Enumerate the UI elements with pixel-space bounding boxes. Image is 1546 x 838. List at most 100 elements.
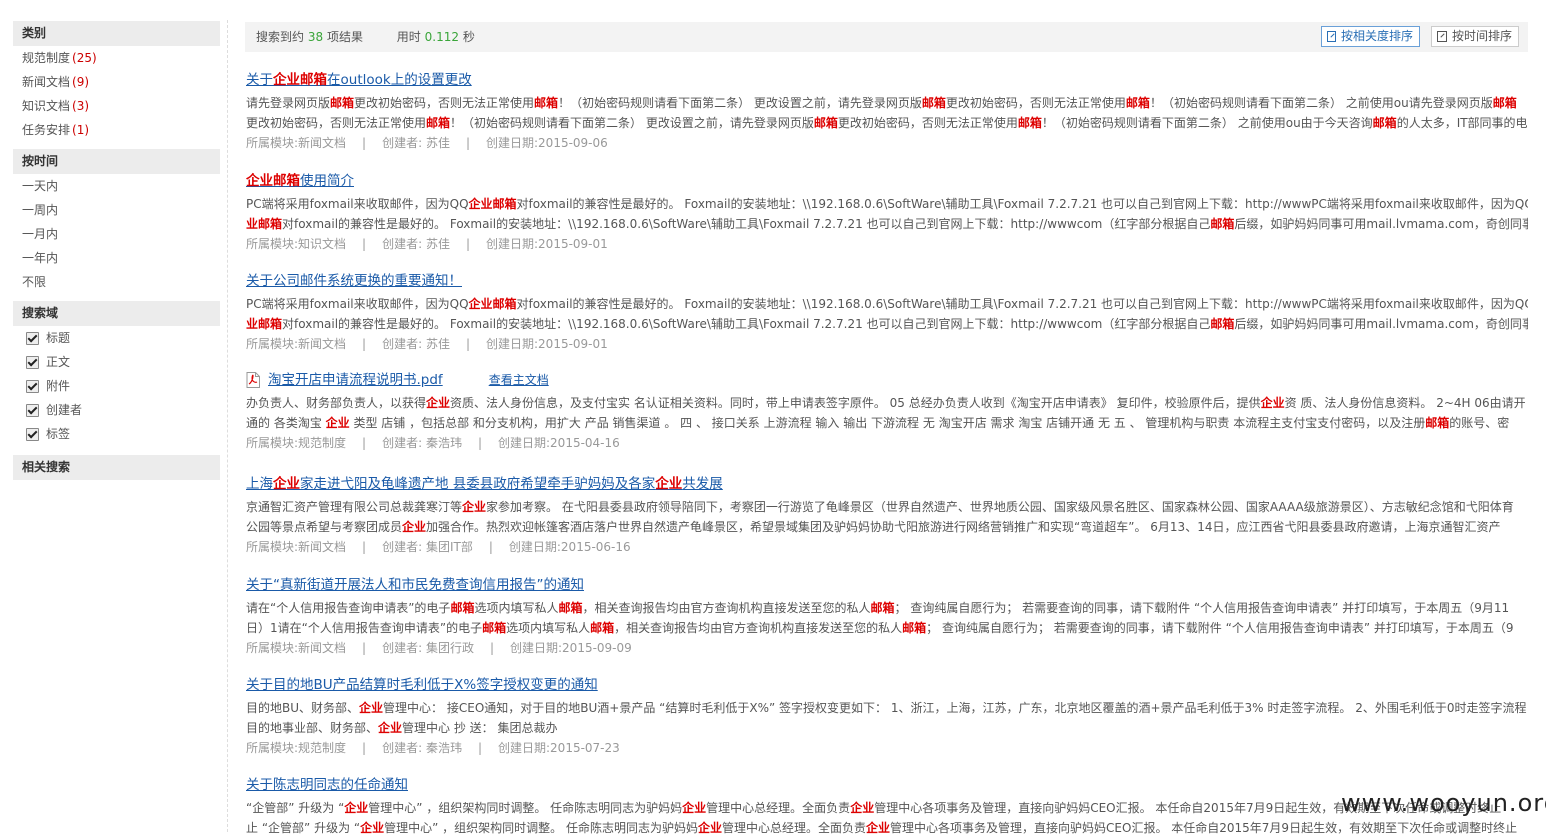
snippet-line: 京通智汇资产管理有限公司总裁龚寒汀等企业家参加考察。 在弋阳县委县政府领导陪同下…: [246, 497, 1528, 517]
external-link-icon: [1327, 31, 1336, 42]
keyword-highlight: 邮箱: [1210, 217, 1235, 231]
search-result: 关于“真新街道开展法人和市民免费查询信用报告”的通知请在“个人信用报告查询申请表…: [246, 575, 1528, 658]
snippet-line: PC端将采用foxmail来收取邮件，因为QQ企业邮箱对foxmail的兼容性是…: [246, 194, 1528, 214]
text-segment: 家参加考察。 在弋阳县委县政府领导陪同下，考察团一行游览了龟峰景区（世界自然遗产…: [486, 500, 1514, 514]
sort-by-time-button[interactable]: 按时间排序: [1431, 26, 1519, 47]
checkbox-checked[interactable]: [26, 427, 39, 441]
summary-suffix: 项结果: [326, 30, 363, 44]
text-segment: 日）1请在“个人信用报告查询申请表”的电子: [246, 621, 483, 635]
result-count: 38: [307, 30, 324, 44]
text-segment: 共发展: [682, 476, 723, 492]
text-segment: 关于公司邮件系统更换的重要通知！: [246, 273, 462, 289]
keyword-highlight: 企业: [344, 801, 369, 815]
text-segment: 管理中心总经理。全面负责: [722, 821, 867, 835]
column-divider: [227, 20, 228, 832]
meta-module: 所属模块:知识文档: [246, 237, 347, 251]
checkbox-checked[interactable]: [26, 331, 39, 345]
sort-by-relevance-button[interactable]: 按相关度排序: [1321, 26, 1420, 47]
result-title-link[interactable]: 关于“真新街道开展法人和市民免费查询信用报告”的通知: [246, 575, 584, 595]
snippet-line: 公园等景点希望与考察团成员企业加强合作。热烈欢迎帐篷客酒店落户世界自然遗产龟峰景…: [246, 517, 1528, 537]
result-title-row: 淘宝开店申请流程说明书.pdf 查看主文档: [246, 370, 1528, 390]
keyword-highlight: 业邮箱: [246, 217, 283, 231]
meta-separator: |: [362, 337, 367, 351]
search-field-option[interactable]: 附件: [13, 374, 220, 398]
checkbox-checked[interactable]: [26, 379, 39, 393]
search-field-option[interactable]: 正文: [13, 350, 220, 374]
text-segment: ！（初始密码规则请看下面第二条） 更改设置之前，请先登录网页版: [558, 96, 922, 110]
meta-separator: |: [362, 436, 367, 450]
search-field-list: 标题 正文附件创建者标签: [13, 326, 220, 446]
time-filter-item[interactable]: 一周内: [13, 198, 220, 222]
text-segment: 更改初始密码，否则无法正常使用: [246, 116, 427, 130]
text-segment: 目的地BU、财务部、: [246, 701, 360, 715]
category-item[interactable]: 新闻文档 (9): [13, 70, 220, 94]
snippet-line: 目的地BU、财务部、企业管理中心： 接CEO通知，对于目的地BU酒+景产品 “结…: [246, 698, 1528, 718]
text-segment: 通的 各类淘宝: [246, 416, 326, 430]
view-main-document-link[interactable]: 查看主文档: [489, 370, 549, 390]
keyword-highlight: 企业: [462, 500, 487, 514]
result-title-link[interactable]: 淘宝开店申请流程说明书.pdf: [268, 370, 443, 390]
text-segment: 关于“真新街道开展法人和市民免费查询信用报告”的通知: [246, 577, 584, 593]
search-field-option[interactable]: 创建者: [13, 398, 220, 422]
keyword-highlight: 企业: [402, 520, 427, 534]
snippet-line: 目的地事业部、财务部、企业管理中心 抄 送： 集团总裁办: [246, 718, 1528, 738]
meta-separator: |: [362, 641, 367, 655]
meta-separator: |: [362, 540, 367, 554]
time-filter-item[interactable]: 不限: [13, 270, 220, 294]
result-title-link[interactable]: 关于目的地BU产品结算时毛利低于X%签字授权变更的通知: [246, 675, 598, 695]
keyword-highlight: 邮箱: [534, 96, 559, 110]
keyword-highlight: 企业: [850, 801, 875, 815]
category-count: (9): [72, 75, 90, 89]
category-heading: 类别: [13, 21, 220, 46]
text-segment: ； 查询纯属自愿行为； 若需要查询的同事，请下载附件 “个人信用报告查询申请表”…: [926, 621, 1514, 635]
result-title-link[interactable]: 上海企业家走进弋阳及龟峰遗产地 县委县政府希望牵手驴妈妈及各家企业共发展: [246, 474, 723, 494]
sort-time-label: 按时间排序: [1451, 29, 1512, 43]
text-segment: 关于目的地BU产品结算时毛利低于X%签字授权变更的通知: [246, 677, 598, 693]
checkbox-checked[interactable]: [26, 355, 39, 369]
time-filter-item[interactable]: 一月内: [13, 222, 220, 246]
time-filter-item[interactable]: 一天内: [13, 174, 220, 198]
result-snippet: “企管部” 升级为 “企业管理中心” ，组织架构同时调整。 任命陈志明同志为驴妈…: [246, 798, 1528, 838]
summary-prefix: 搜索到约: [256, 30, 305, 44]
text-segment: ！（初始密码规则请看下面第二条） 更改设置之前，请先登录网页版: [450, 116, 814, 130]
text-segment: 管理中心 抄 送： 集团总裁办: [402, 721, 558, 735]
search-field-option[interactable]: 标题: [13, 326, 220, 350]
result-meta: 所属模块:知识文档 | 创建者: 苏佳 | 创建日期:2015-09-01: [246, 234, 1528, 254]
meta-separator: |: [488, 540, 493, 554]
result-title-link[interactable]: 关于公司邮件系统更换的重要通知！: [246, 271, 462, 291]
text-segment: 管理中心” ，组织架构同时调整。 任命陈志明同志为驴妈妈: [368, 801, 683, 815]
meta-separator: |: [362, 237, 367, 251]
keyword-highlight: 企业邮箱: [246, 173, 300, 189]
external-link-icon: [1437, 31, 1447, 42]
search-field-option[interactable]: 标签: [13, 422, 220, 446]
category-label: 新闻文档: [22, 75, 71, 89]
keyword-highlight: 邮箱: [482, 621, 507, 635]
result-snippet: PC端将采用foxmail来收取邮件，因为QQ企业邮箱对foxmail的兼容性是…: [246, 194, 1528, 234]
text-segment: 关于: [246, 72, 273, 88]
category-item[interactable]: 任务安排 (1): [13, 118, 220, 142]
keyword-highlight: 邮箱: [1125, 96, 1150, 110]
result-title-link[interactable]: 关于陈志明同志的任命通知: [246, 775, 408, 795]
category-list: 规范制度 (25) 新闻文档 (9) 知识文档 (3) 任务安排 (1): [13, 46, 220, 142]
result-snippet: 请在“个人信用报告查询申请表”的电子邮箱选项内填写私人邮箱，相关查询报告均由官方…: [246, 598, 1528, 638]
time-label: 用时: [396, 30, 421, 44]
watermark: www.wooyun.org: [1341, 789, 1546, 817]
category-item[interactable]: 规范制度 (25): [13, 46, 220, 70]
text-segment: 使用简介: [300, 173, 354, 189]
search-field-label: 附件: [46, 379, 71, 393]
result-title-link[interactable]: 企业邮箱使用简介: [246, 171, 354, 191]
time-filter-item[interactable]: 一年内: [13, 246, 220, 270]
keyword-highlight: 企业: [360, 821, 385, 835]
keyword-highlight: 企业: [682, 801, 707, 815]
category-label: 任务安排: [22, 123, 71, 137]
category-item[interactable]: 知识文档 (3): [13, 94, 220, 118]
snippet-line: “企管部” 升级为 “企业管理中心” ，组织架构同时调整。 任命陈志明同志为驴妈…: [246, 798, 1528, 818]
category-count: (3): [72, 99, 90, 113]
time-unit: 秒: [462, 30, 475, 44]
result-title-link[interactable]: 关于企业邮箱在outlook上的设置更改: [246, 70, 472, 90]
text-segment: 管理中心各项事务及管理，直接向驴妈妈CEO汇报。 本任命自2015年7月9日起生…: [890, 821, 1518, 835]
checkbox-checked[interactable]: [26, 403, 39, 417]
text-segment: 管理中心总经理。全面负责: [706, 801, 851, 815]
search-field-label: 标签: [46, 427, 71, 441]
result-meta: 所属模块:规范制度 | 创建者: 秦浩玮 | 创建日期:2015-07-23: [246, 738, 1528, 758]
